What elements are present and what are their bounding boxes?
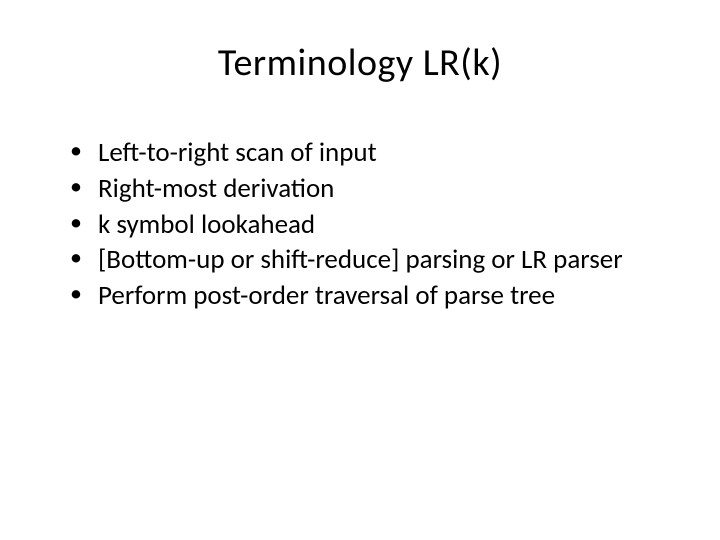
list-item: Left-to-right scan of input — [70, 136, 670, 170]
slide-title: Terminology LR(k) — [50, 40, 670, 86]
list-item: Right-most derivation — [70, 172, 670, 206]
list-item: Perform post-order traversal of parse tr… — [70, 279, 670, 313]
list-item: [Bottom-up or shift-reduce] parsing or L… — [70, 243, 670, 277]
bullet-list: Left-to-right scan of input Right-most d… — [50, 136, 670, 313]
slide-container: Terminology LR(k) Left-to-right scan of … — [0, 0, 720, 540]
list-item: k symbol lookahead — [70, 208, 670, 242]
